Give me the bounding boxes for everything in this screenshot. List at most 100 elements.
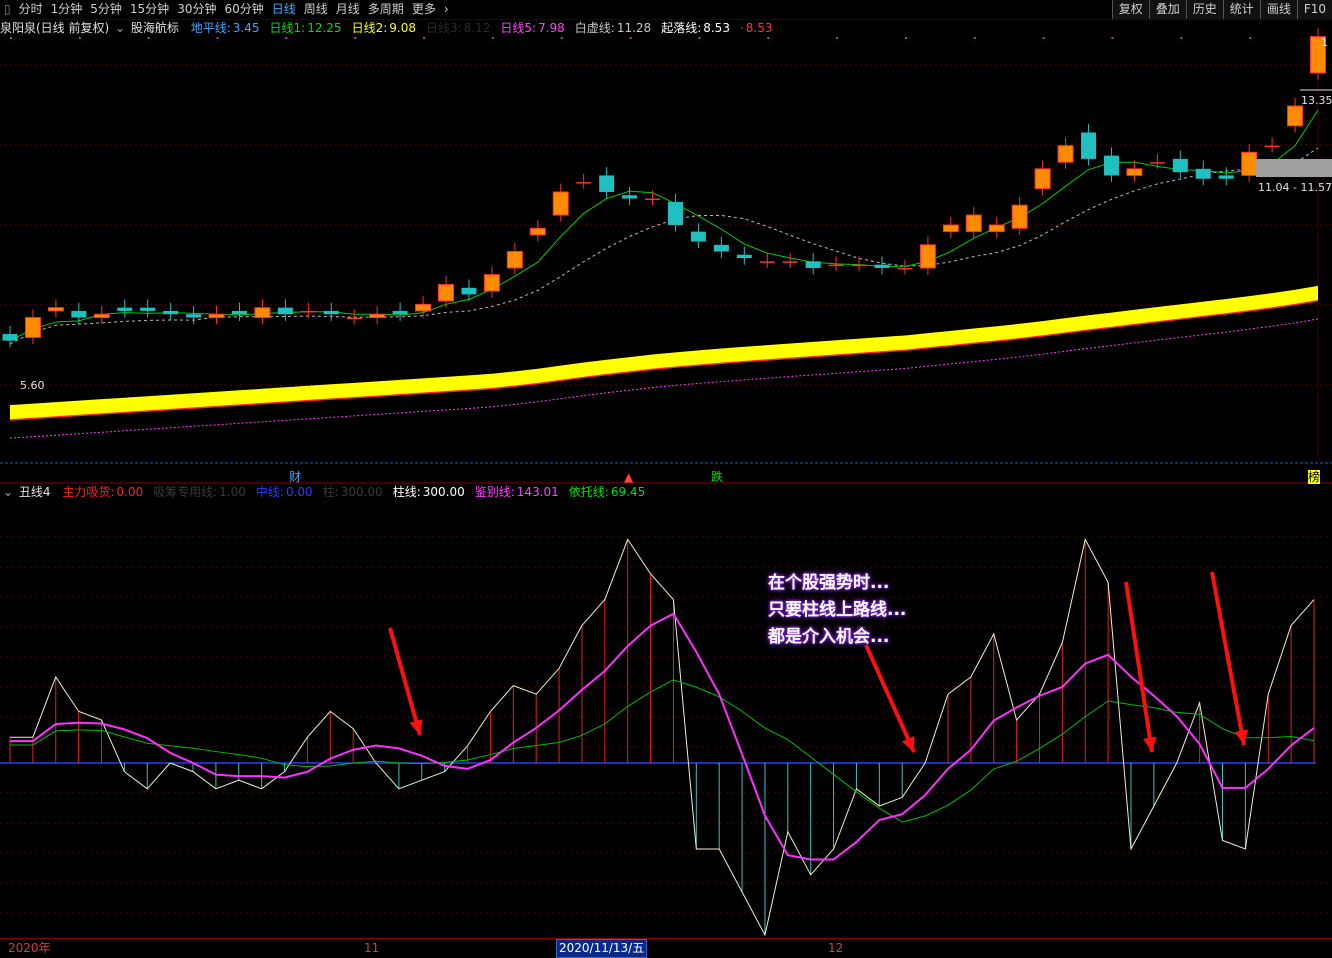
candle-body [599, 175, 615, 192]
candle-body [736, 254, 752, 259]
candle-body [24, 317, 41, 338]
legend-item: 依托线: 69.45 [569, 485, 647, 499]
red-arrow-icon [388, 627, 422, 736]
candle-body [1195, 168, 1211, 179]
top-dot [629, 37, 632, 39]
candle-body [529, 227, 546, 236]
candle-body [782, 261, 798, 263]
timeframe-tab[interactable]: 周线 [300, 0, 332, 19]
candle-body [576, 182, 592, 184]
legend-item: 吸筹专用线: 1.00 [153, 485, 248, 499]
top-dot [354, 37, 357, 39]
candle-body [208, 313, 225, 319]
candle-body [1103, 155, 1119, 176]
yellow-ribbon [10, 285, 1318, 420]
candle-body [461, 287, 477, 295]
candle-body [506, 250, 523, 269]
candle-body [1149, 162, 1165, 164]
marker-die: 跌 [711, 470, 724, 484]
top-price-label: 1 [1321, 36, 1328, 49]
candle-body [759, 261, 775, 263]
toolbar-button[interactable]: 统计 [1222, 0, 1260, 19]
legend-label: 主力吸货: [62, 485, 115, 499]
legend-value: 0.00 [116, 485, 144, 499]
x-label-nov: 11 [364, 941, 380, 955]
top-dot [1111, 37, 1114, 39]
legend-value: 300.00 [422, 485, 465, 499]
candle-body [323, 310, 339, 315]
candle-body [805, 261, 821, 268]
toolbar-button[interactable]: 叠加 [1148, 0, 1186, 19]
candle-body [392, 310, 408, 315]
main-price-chart[interactable]: 11.04 - 11.57 13.35 1 5.60 [0, 20, 1332, 484]
legend-label: 依托线: [568, 485, 609, 499]
more-chevron-icon[interactable]: › [440, 0, 453, 19]
candle-body [163, 310, 179, 315]
candle-body [1011, 204, 1028, 229]
candle-body [231, 310, 247, 315]
marker-bang: 榜 [1308, 470, 1321, 484]
toolbar-button[interactable]: 画线 [1259, 0, 1297, 19]
red-arrow-icon [1124, 581, 1154, 753]
timeframe-tab[interactable]: 日线 [268, 0, 300, 19]
top-dot [904, 37, 907, 39]
timeframe-tab[interactable]: 分时 [15, 0, 47, 19]
candle-body [117, 307, 133, 311]
timeframe-tab[interactable]: 60分钟 [220, 0, 267, 19]
candle-body [369, 313, 386, 319]
candle-body [438, 283, 454, 302]
candle-body [1126, 168, 1143, 176]
callout-line: 都是介入机会... [768, 627, 890, 647]
candle-body [897, 267, 913, 270]
candle-body [552, 191, 569, 216]
timeframe-tab[interactable]: 多周期 [364, 0, 408, 19]
candle-body [645, 198, 661, 201]
timeframe-tab[interactable]: 5分钟 [86, 0, 126, 19]
sub-indicator-chart[interactable] [0, 500, 1332, 937]
marker-cai: 财 [289, 470, 302, 484]
candle-body [690, 231, 706, 242]
panel-toggle-icon[interactable]: ▯ [0, 0, 15, 19]
candle-body [942, 224, 959, 233]
candle-body [851, 264, 867, 267]
price-band-box [1256, 159, 1332, 177]
red-arrow-icon [1210, 571, 1246, 746]
legend-item: 主力吸货: 0.00 [62, 485, 145, 499]
candle-body [1081, 132, 1097, 159]
top-dot [767, 37, 770, 39]
timeframe-tab[interactable]: 月线 [332, 0, 364, 19]
legend-value: 69.45 [610, 485, 646, 499]
candle-body [1172, 158, 1188, 173]
legend-value: 0.00 [285, 485, 313, 499]
legend-item: 柱: 300.00 [323, 485, 385, 499]
candle-body [919, 244, 936, 269]
timeframe-tab[interactable]: 1分钟 [47, 0, 87, 19]
top-dot [973, 37, 976, 39]
toolbar-button[interactable]: 历史 [1185, 0, 1223, 19]
timeframe-tab[interactable]: 15分钟 [126, 0, 173, 19]
timeframe-tab[interactable]: 更多 [408, 0, 440, 19]
timeframe-list: 分时 1分钟 5分钟 15分钟 30分钟 60分钟 日线 周线 月线 多周期 更多 [15, 0, 440, 19]
sub-dropdown-icon[interactable]: ⌄ [3, 485, 13, 499]
top-dot [836, 37, 839, 39]
timeframe-tab[interactable]: 30分钟 [173, 0, 220, 19]
callout-line: 在个股强势时... [768, 573, 890, 593]
top-dot [1180, 37, 1183, 39]
toolbar-button[interactable]: F10 [1296, 0, 1332, 19]
candle-body [1241, 151, 1258, 176]
legend-label: 吸筹专用线: [153, 485, 218, 499]
top-dot [78, 37, 81, 39]
top-dot [698, 37, 701, 39]
candle-body [1218, 175, 1234, 179]
band-range-label: 11.04 - 11.57 [1258, 181, 1332, 194]
callout-annotation: 在个股强势时... 只要柱线上路线... 都是介入机会... [768, 570, 906, 651]
sub-indicator-title[interactable]: 丑线4 [19, 485, 51, 499]
candle-body [828, 264, 844, 267]
legend-label: 鉴别线: [474, 485, 515, 499]
candle-body [186, 314, 202, 318]
candle-body [622, 195, 638, 199]
toolbar-button[interactable]: 复权 [1111, 0, 1149, 19]
candle-body [2, 334, 18, 341]
candle-body [140, 307, 156, 311]
top-dot [285, 37, 288, 39]
